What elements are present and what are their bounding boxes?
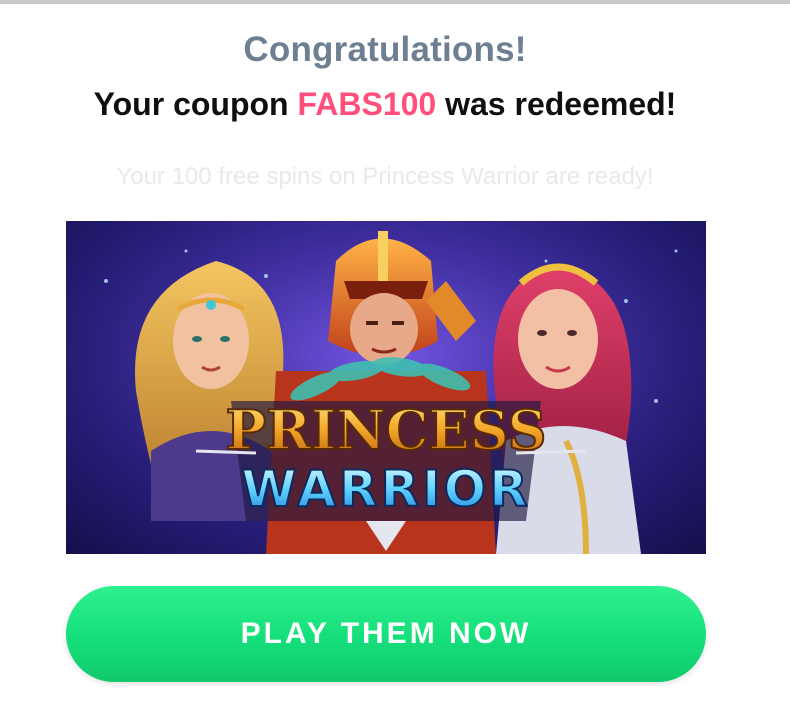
- banner-title-line2: WARRIOR: [241, 460, 530, 518]
- congratulations-heading: Congratulations!: [243, 30, 527, 69]
- message-suffix: was redeemed!: [436, 86, 677, 122]
- banner-artwork: PRINCESS WARRIOR: [66, 221, 706, 554]
- play-button-label: PLAY THEM NOW: [240, 617, 532, 650]
- banner-title-line1: PRINCESS: [225, 398, 546, 462]
- game-banner-image: PRINCESS WARRIOR: [66, 221, 706, 554]
- coupon-code: FABS100: [297, 86, 437, 122]
- coupon-redeemed-dialog: Congratulations! Your coupon FABS100 was…: [0, 0, 790, 724]
- coupon-redeemed-message: Your coupon FABS100 was redeemed!: [0, 86, 770, 123]
- play-them-now-button[interactable]: PLAY THEM NOW: [66, 586, 706, 682]
- message-prefix: Your coupon: [93, 86, 298, 122]
- free-spins-text: Your 100 free spins on Princess Warrior …: [116, 163, 654, 190]
